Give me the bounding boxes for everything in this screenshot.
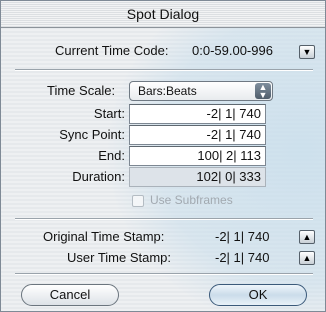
user-time-stamp-button[interactable]: ▲ bbox=[299, 251, 315, 265]
cancel-button[interactable]: Cancel bbox=[21, 284, 119, 306]
popup-arrows-icon: ▲ ▼ bbox=[255, 83, 271, 100]
current-time-code-value: 0:0-59.00-996 bbox=[192, 43, 273, 58]
sync-point-label: Sync Point: bbox=[59, 127, 125, 142]
time-scale-selected: Bars:Beats bbox=[138, 84, 197, 98]
separator-bottom bbox=[15, 273, 313, 275]
end-label: End: bbox=[98, 148, 125, 163]
use-subframes-label: Use Subframes bbox=[150, 193, 233, 207]
triangle-up-icon: ▲ bbox=[302, 232, 312, 242]
current-time-code-menu-button[interactable]: ▼ bbox=[299, 45, 315, 59]
original-time-stamp-value: -2| 1| 740 bbox=[215, 229, 270, 244]
time-scale-label: Time Scale: bbox=[47, 83, 116, 98]
duration-field: 102| 0| 333 bbox=[129, 167, 266, 187]
user-time-stamp-label: User Time Stamp: bbox=[67, 250, 172, 265]
current-time-code-label: Current Time Code: bbox=[55, 43, 169, 58]
start-label: Start: bbox=[93, 106, 125, 121]
triangle-down-icon: ▼ bbox=[302, 47, 312, 57]
window-title: Spot Dialog bbox=[126, 6, 200, 22]
time-scale-popup[interactable]: Bars:Beats ▲ ▼ bbox=[129, 81, 273, 101]
start-field[interactable]: -2| 1| 740 bbox=[129, 104, 266, 124]
separator-middle bbox=[15, 218, 313, 220]
original-time-stamp-button[interactable]: ▲ bbox=[299, 230, 315, 244]
spot-dialog-window: Spot Dialog Current Time Code: 0:0-59.00… bbox=[0, 0, 326, 312]
sync-point-field[interactable]: -2| 1| 740 bbox=[129, 125, 266, 145]
duration-label: Duration: bbox=[72, 169, 125, 184]
use-subframes-checkbox[interactable] bbox=[132, 195, 144, 207]
end-field[interactable]: 100| 2| 113 bbox=[129, 146, 266, 166]
title-bar[interactable]: Spot Dialog bbox=[1, 1, 325, 28]
ok-button[interactable]: OK bbox=[209, 284, 307, 306]
user-time-stamp-value: -2| 1| 740 bbox=[215, 250, 270, 265]
original-time-stamp-label: Original Time Stamp: bbox=[43, 229, 165, 244]
triangle-up-icon: ▲ bbox=[302, 253, 312, 263]
separator-top bbox=[15, 69, 313, 71]
